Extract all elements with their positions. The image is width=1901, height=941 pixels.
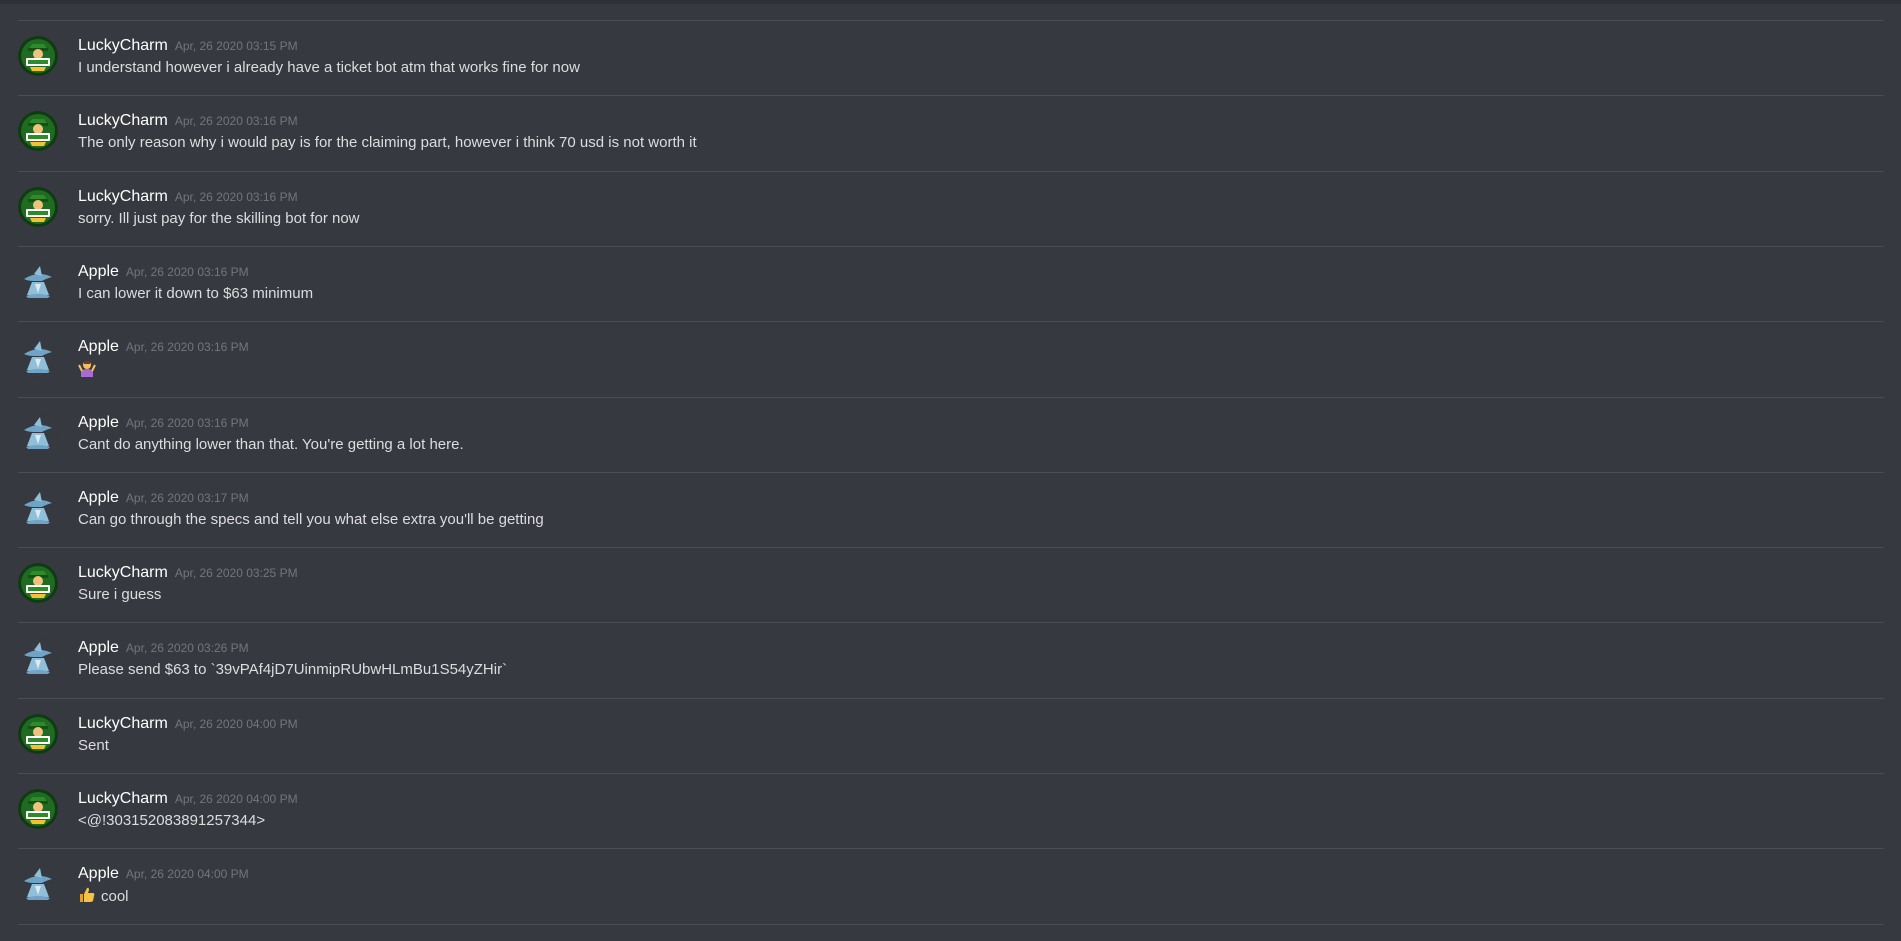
message-timestamp: Apr, 26 2020 03:17 PM [125,490,249,505]
message-timestamp: Apr, 26 2020 03:25 PM [174,566,298,581]
author-name[interactable]: LuckyCharm [78,37,168,54]
luckycharm-avatar[interactable] [18,186,58,227]
message-header: LuckyCharm Apr, 26 2020 03:16 PM [78,187,298,207]
message-body [78,359,101,383]
author-name[interactable]: Apple [78,639,119,656]
message-body: Sent [78,736,109,756]
apple-wizard-avatar[interactable] [18,261,58,302]
author-name[interactable]: LuckyCharm [78,188,168,205]
message-text: I understand however i already have a ti… [78,59,580,76]
message-item: LuckyCharm Apr, 26 2020 04:00 PM <@!303152… [18,773,1884,848]
message-body: sorry. Ill just pay for the skilling bot… [78,209,360,229]
author-name[interactable]: Apple [78,263,119,280]
message-timestamp: Apr, 26 2020 04:00 PM [174,716,298,731]
message-body: <@!303152083891257344> [78,811,265,831]
message-item: Apple Apr, 26 2020 03:16 PM [18,321,1884,396]
message-header: Apple Apr, 26 2020 03:17 PM [78,488,249,508]
message-item: LuckyCharm Apr, 26 2020 03:16 PM sorry. Il… [18,170,1884,246]
apple-wizard-avatar[interactable] [18,412,58,453]
message-item: Apple Apr, 26 2020 03:26 PM Please send $6… [18,622,1884,697]
message-timestamp: Apr, 26 2020 03:16 PM [125,264,249,279]
author-name[interactable]: Apple [78,414,119,431]
message-timestamp: Apr, 26 2020 03:26 PM [125,641,249,656]
message-text: The only reason why i would pay is for t… [78,134,697,152]
message-text: Can go through the specs and tell you wh… [78,510,544,528]
message-text: cool [101,888,129,906]
author-name[interactable]: Apple [78,865,119,882]
message-item: Apple Apr, 26 2020 03:17 PM Can go through… [18,471,1884,547]
message-body: Can go through the specs and tell you wh… [78,510,544,530]
person-shrugging-emoji [78,359,96,383]
apple-wizard-avatar[interactable] [18,337,58,378]
message-header: Apple Apr, 26 2020 03:26 PM [78,638,249,658]
message-body: I understand however i already have a ti… [78,58,580,78]
message-body: cool [78,886,129,910]
message-timestamp: Apr, 26 2020 03:16 PM [174,114,298,129]
thumbs-up-emoji [78,886,96,910]
message-timestamp: Apr, 26 2020 04:00 PM [125,867,249,882]
luckycharm-avatar[interactable] [18,789,58,829]
message-text: Sure i guess [78,586,162,604]
message-body: Sure i guess [78,585,161,605]
message-header: Apple Apr, 26 2020 03:16 PM [78,413,249,433]
message-item: Apple Apr, 26 2020 03:16 PM I can lower it… [18,245,1884,321]
message-text: Please send $63 to `39vPAf4jD7UinmipRUbw… [78,661,508,679]
top-border [0,0,1901,4]
message-header: LuckyCharm Apr, 26 2020 03:25 PM [78,563,298,583]
message-header: LuckyCharm Apr, 26 2020 04:00 PM [78,789,298,809]
message-item: Apple Apr, 26 2020 04:00 PM cool [18,848,1884,923]
author-name[interactable]: LuckyCharm [78,790,168,807]
message-text: I can lower it down to $63 minimum [78,284,314,302]
message-body: Please send $63 to `39vPAf4jD7UinmipRUbw… [78,660,507,680]
author-name[interactable]: Apple [78,489,119,506]
luckycharm-avatar[interactable] [18,36,58,76]
message-item: LuckyCharm Apr, 26 2020 04:00 PM Sent [18,697,1884,773]
message-text: <@!303152083891257344> [78,812,266,829]
message-body: The only reason why i would pay is for t… [78,133,697,153]
message-timestamp: Apr, 26 2020 04:00 PM [174,792,298,806]
message-timestamp: Apr, 26 2020 03:16 PM [174,189,298,204]
author-name[interactable]: Apple [78,338,119,355]
message-item: LuckyCharm Apr, 26 2020 03:16 PM The only … [18,95,1884,170]
luckycharm-avatar[interactable] [18,713,58,754]
message-body: I can lower it down to $63 minimum [78,284,313,304]
message-text: sorry. Ill just pay for the skilling bot… [78,209,360,227]
author-name[interactable]: LuckyCharm [78,112,168,129]
luckycharm-avatar[interactable] [18,563,58,604]
message-text: Sent [78,736,109,754]
apple-wizard-avatar[interactable] [18,487,58,528]
message-header: LuckyCharm Apr, 26 2020 04:00 PM [78,714,298,734]
message-text: Cant do anything lower than that. You're… [78,435,464,453]
message-header: Apple Apr, 26 2020 03:16 PM [78,337,249,357]
message-header: LuckyCharm Apr, 26 2020 03:16 PM [78,111,298,131]
message-timestamp: Apr, 26 2020 03:15 PM [174,39,298,53]
message-header: LuckyCharm Apr, 26 2020 03:15 PM [78,36,298,56]
apple-wizard-avatar[interactable] [18,864,58,905]
message-timestamp: Apr, 26 2020 03:16 PM [125,340,249,355]
message-divider [18,923,1884,925]
message-item: Apple Apr, 26 2020 03:16 PM Cant do anythi… [18,396,1884,472]
luckycharm-avatar[interactable] [18,111,58,152]
message-header: Apple Apr, 26 2020 03:16 PM [78,262,249,282]
author-name[interactable]: LuckyCharm [78,715,168,732]
message-timestamp: Apr, 26 2020 03:16 PM [125,415,249,430]
message-body: Cant do anything lower than that. You're… [78,435,464,455]
message-item: LuckyCharm Apr, 26 2020 03:15 PM I underst… [18,20,1884,95]
author-name[interactable]: LuckyCharm [78,564,168,581]
message-item: LuckyCharm Apr, 26 2020 03:25 PM Sure i gu… [18,547,1884,622]
apple-wizard-avatar[interactable] [18,638,58,679]
message-header: Apple Apr, 26 2020 04:00 PM [78,864,249,884]
